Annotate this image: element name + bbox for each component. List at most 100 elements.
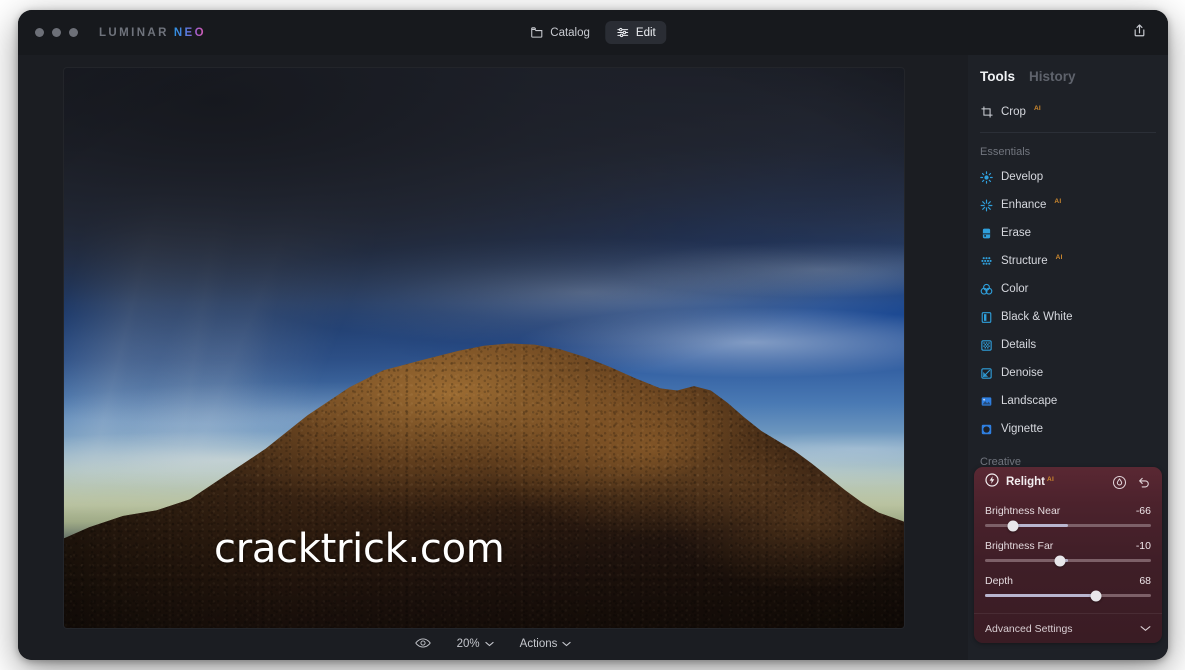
mask-circle-icon[interactable] [1111,474,1128,491]
relight-title: Relight AI [1006,476,1054,488]
slider-handle [1090,590,1102,601]
details-icon [980,339,993,352]
sidebar-label-crop: Crop [1001,106,1026,118]
slider-depth[interactable]: Depth 68 [985,575,1151,601]
actions-label: Actions [519,638,558,650]
brand-luminar: LUMINAR [99,26,169,39]
denoise-icon [980,367,993,380]
watermark-text: cracktrick.com [214,526,505,572]
slider-handle [1007,520,1019,531]
slider-brightness-near[interactable]: Brightness Near -66 [985,505,1151,531]
app-window: LUMINAR NEO Catalog Edit cracktrick.com … [18,10,1168,660]
main-nav: Catalog Edit [519,21,667,44]
slider-label: Brightness Near [985,505,1061,517]
slider-fill [985,594,1097,597]
preview-toggle-button[interactable] [414,637,431,652]
share-export-icon [1132,23,1147,43]
tab-history[interactable]: History [1029,69,1076,84]
sidebar-label-landscape: Landscape [1001,395,1058,407]
sidebar-label-enhance: Enhance [1001,199,1047,211]
undo-icon[interactable] [1135,474,1152,491]
nav-item-catalog[interactable]: Catalog [519,21,601,44]
sidebar-label-denoise: Denoise [1001,367,1044,379]
slider-brightness-far[interactable]: Brightness Far -10 [985,540,1151,566]
advanced-settings-label: Advanced Settings [985,622,1073,635]
sidebar-label-erase: Erase [1001,227,1032,239]
color-icon [980,283,993,296]
chevron-down-icon [562,638,572,650]
erase-icon [980,227,993,240]
slider-value: 68 [1139,575,1151,587]
slider-label: Depth [985,575,1014,587]
relight-panel: Relight AI Brightness Near -66 Brightnes… [974,467,1162,643]
sliders-icon [616,26,629,39]
sidebar-item-develop[interactable]: Develop [968,163,1168,191]
structure-icon [980,255,993,268]
canvas-bottom-bar: 20% Actions [18,628,968,660]
eye-icon [414,637,431,652]
slider-label: Brightness Far [985,540,1054,552]
zoom-level-value: 20% [456,638,480,650]
actions-dropdown[interactable]: Actions [520,638,572,650]
sidebar-item-vignette[interactable]: Vignette [968,415,1168,443]
nav-label-edit: Edit [635,26,656,39]
landscape-icon [980,395,993,408]
zoom-level-dropdown[interactable]: 20% [457,638,494,650]
sidebar-item-enhance[interactable]: Enhance AI [968,191,1168,219]
photo-preview[interactable]: cracktrick.com [64,68,904,628]
relight-panel-header[interactable]: Relight AI [974,467,1162,497]
ai-badge: AI [1054,197,1062,205]
sidebar-label-vignette: Vignette [1001,423,1043,435]
slider-value: -10 [1135,540,1151,552]
group-label-essentials: Essentials [980,146,1031,158]
canvas-area: cracktrick.com 20% Actions [18,55,968,660]
slider-track[interactable] [985,590,1151,601]
advanced-settings-row[interactable]: Advanced Settings [974,613,1162,643]
nav-label-catalog: Catalog [550,26,590,39]
crop-icon [980,106,993,119]
slider-fill [1013,524,1068,527]
chevron-down-icon [1140,623,1151,635]
sidebar-label-details: Details [1001,339,1037,351]
nav-item-edit[interactable]: Edit [604,21,667,44]
tab-tools[interactable]: Tools [980,69,1015,84]
sidebar-item-denoise[interactable]: Denoise [968,359,1168,387]
slider-track[interactable] [985,555,1151,566]
relight-icon [985,472,999,492]
ai-badge: AI [1046,476,1055,483]
sidebar-item-black-and-white[interactable]: Black & White [968,303,1168,331]
ai-badge: AI [1033,104,1042,112]
sidebar-tabs: Tools History [968,55,1168,84]
enhance-icon [980,199,993,212]
maximize-window-button[interactable] [69,28,78,37]
sidebar-item-erase[interactable]: Erase [968,219,1168,247]
relight-title-text: Relight [1006,476,1045,488]
tools-sidebar: Tools History Crop AI Essentials Develop… [968,55,1168,660]
folder-icon [530,26,543,39]
sidebar-item-landscape[interactable]: Landscape [968,387,1168,415]
bw-icon [980,311,993,324]
minimize-window-button[interactable] [52,28,61,37]
sidebar-item-structure[interactable]: Structure AI [968,247,1168,275]
slider-handle [1054,555,1066,566]
ai-badge: AI [1055,253,1063,261]
title-bar: LUMINAR NEO Catalog Edit [18,10,1168,55]
sidebar-label-black-and-white: Black & White [1001,311,1073,323]
develop-icon [980,170,993,184]
sidebar-label-color: Color [1001,283,1029,295]
app-logo: LUMINAR NEO [99,27,206,39]
close-window-button[interactable] [35,28,44,37]
sidebar-label-develop: Develop [1001,171,1044,183]
slider-value: -66 [1135,505,1151,517]
share-button[interactable] [1126,20,1152,46]
sidebar-item-details[interactable]: Details [968,331,1168,359]
traffic-lights [35,28,78,37]
chevron-down-icon [485,638,494,650]
vignette-icon [980,423,993,436]
brand-neo: NEO [173,26,206,39]
sidebar-item-crop[interactable]: Crop AI [968,98,1168,126]
slider-track[interactable] [985,520,1151,531]
sidebar-label-structure: Structure [1001,255,1048,267]
sidebar-item-color[interactable]: Color [968,275,1168,303]
relight-sliders: Brightness Near -66 Brightness Far -10 D… [974,497,1162,613]
